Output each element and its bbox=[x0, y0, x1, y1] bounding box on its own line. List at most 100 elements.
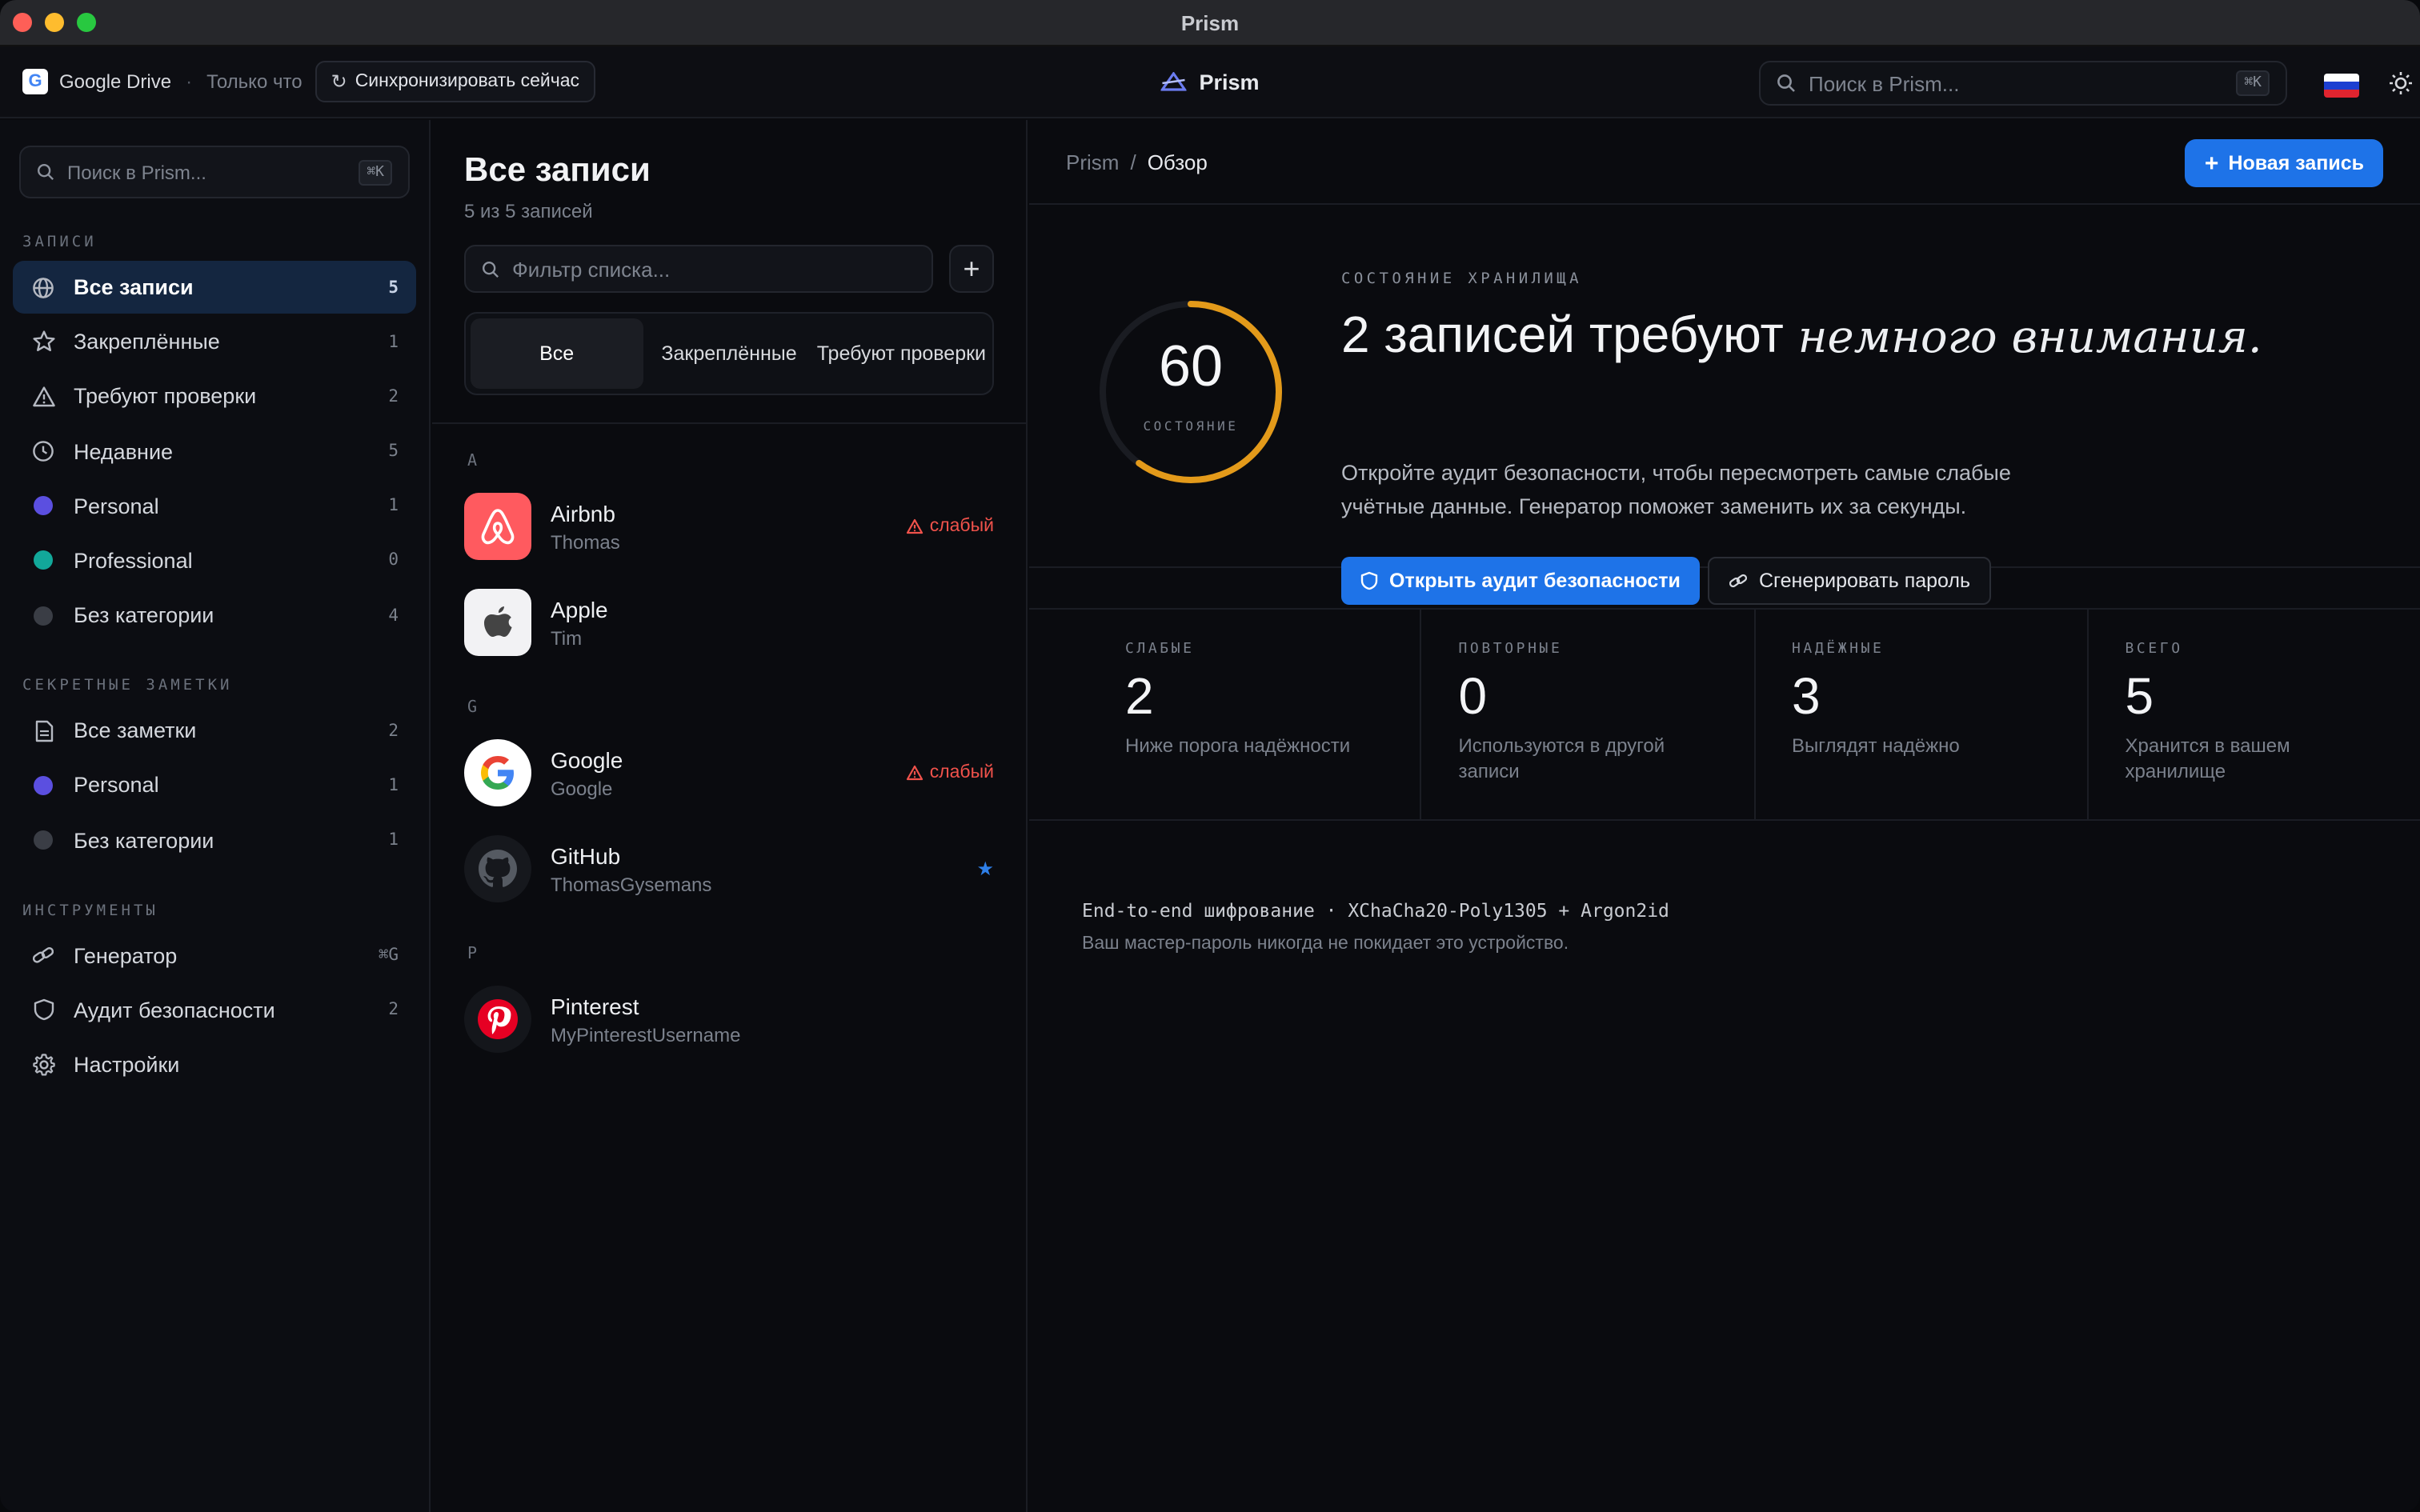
category-color-dot bbox=[34, 606, 53, 626]
tab-needs-review[interactable]: Требуют проверки bbox=[815, 318, 988, 389]
entry-username: MyPinterestUsername bbox=[551, 1023, 741, 1046]
stat-note: Хранится в вашем хранилище bbox=[2125, 734, 2290, 782]
entry-username: Tim bbox=[551, 626, 583, 649]
entries-group-a: A Airbnb Thomas слабый Apple Tim bbox=[432, 424, 1026, 670]
global-search-input[interactable] bbox=[1809, 71, 2224, 95]
list-filter[interactable] bbox=[464, 245, 933, 293]
sidebar-record-item-2[interactable]: Требуют проверки 2 bbox=[13, 370, 416, 423]
tab-pinned[interactable]: Закреплённые bbox=[643, 318, 815, 389]
sidebar-tool-item-label: Генератор bbox=[74, 943, 178, 967]
search-shortcut: ⌘K bbox=[2236, 70, 2270, 96]
sidebar-note-item-1[interactable]: Personal 1 bbox=[13, 759, 416, 812]
group-letter: G bbox=[467, 699, 478, 717]
sidebar-note-item-count: 2 bbox=[388, 721, 399, 741]
refresh-icon: ↻ bbox=[331, 70, 347, 93]
sidebar-record-item-label: Недавние bbox=[74, 439, 174, 464]
sidebar-record-item-3[interactable]: Недавние 5 bbox=[13, 425, 416, 478]
health-headline: 2 записей требуют немного внимания. bbox=[1341, 306, 2262, 365]
zoom-window-button[interactable] bbox=[77, 13, 96, 32]
star-icon bbox=[30, 330, 56, 354]
sidebar: ⌘K ЗАПИСИ Все записи 5 Закреплённые 1 Требую… bbox=[0, 120, 431, 1512]
list-item-airbnb[interactable]: Airbnb Thomas слабый bbox=[432, 478, 1026, 574]
sidebar-tool-item-2[interactable]: Настройки bbox=[13, 1038, 416, 1091]
sidebar-record-item-5[interactable]: Professional 0 bbox=[13, 534, 416, 587]
entry-name: Airbnb bbox=[551, 500, 615, 526]
records-nav: Все записи 5 Закреплённые 1 Требуют проверки… bbox=[13, 261, 416, 642]
app-window: Prism G Google Drive · Только что ↻ Синх… bbox=[0, 0, 2420, 1512]
global-search[interactable]: ⌘K bbox=[1759, 61, 2287, 106]
breadcrumb-separator: / bbox=[1130, 150, 1136, 174]
sidebar-search-input[interactable] bbox=[67, 161, 347, 183]
sidebar-record-item-6[interactable]: Без категории 4 bbox=[13, 589, 416, 642]
sidebar-record-item-0[interactable]: Все записи 5 bbox=[13, 261, 416, 314]
link-icon bbox=[1729, 574, 1748, 588]
sidebar-record-item-4[interactable]: Personal 1 bbox=[13, 480, 416, 533]
entry-text: Google Google bbox=[551, 746, 887, 799]
close-window-button[interactable] bbox=[13, 13, 32, 32]
sidebar-note-item-0[interactable]: Все заметки 2 bbox=[13, 704, 416, 757]
weak-badge: слабый bbox=[906, 763, 994, 782]
sidebar-tool-item-0[interactable]: Генератор ⌘G bbox=[13, 929, 416, 982]
health-description-line-1: Откройте аудит безопасности, чтобы перес… bbox=[1341, 461, 2011, 485]
new-entry-button[interactable]: + Новая запись bbox=[2185, 139, 2383, 187]
window-controls bbox=[13, 13, 96, 32]
filter-row: + bbox=[464, 245, 994, 293]
shield-icon bbox=[30, 998, 56, 1021]
sync-now-button[interactable]: ↻ Синхронизировать сейчас bbox=[315, 61, 596, 102]
generate-password-button[interactable]: Сгенерировать пароль bbox=[1708, 557, 1992, 605]
list-item-apple[interactable]: Apple Tim bbox=[432, 574, 1026, 670]
sidebar-search[interactable]: ⌘K bbox=[19, 146, 410, 198]
category-color-dot bbox=[34, 550, 53, 570]
theme-toggle-button[interactable] bbox=[2385, 67, 2417, 99]
stat-value: 3 bbox=[1792, 667, 1821, 725]
sidebar-tool-item-label: Аудит безопасности bbox=[74, 998, 275, 1022]
category-dot-icon bbox=[30, 606, 56, 626]
tab-all[interactable]: Все bbox=[471, 318, 643, 389]
separator-dot: · bbox=[186, 70, 193, 93]
google-icon bbox=[464, 739, 531, 806]
stat-label: ВСЕГО bbox=[2125, 642, 2183, 658]
plus-icon: + bbox=[2204, 150, 2219, 177]
sidebar-record-item-1[interactable]: Закреплённые 1 bbox=[13, 315, 416, 368]
section-label-notes: СЕКРЕТНЫЕ ЗАМЕТКИ bbox=[22, 677, 233, 695]
list-filter-input[interactable] bbox=[512, 257, 916, 281]
encryption-note: Ваш мастер-пароль никогда не покидает эт… bbox=[1082, 934, 1569, 954]
category-dot-icon bbox=[30, 830, 56, 850]
sidebar-tool-item-1[interactable]: Аудит безопасности 2 bbox=[13, 983, 416, 1036]
breadcrumb-bar: Prism / Обзор + Новая запись bbox=[1029, 120, 2420, 205]
breadcrumb-current: Обзор bbox=[1147, 150, 1208, 174]
category-color-dot bbox=[34, 775, 53, 795]
breadcrumb-root[interactable]: Prism bbox=[1066, 150, 1119, 174]
add-entry-button[interactable]: + bbox=[949, 245, 994, 293]
minimize-window-button[interactable] bbox=[45, 13, 64, 32]
stat-reused: ПОВТОРНЫЕ 0 Используются в другой записи bbox=[1422, 610, 1755, 819]
sidebar-record-item-count: 5 bbox=[388, 278, 399, 297]
airbnb-icon bbox=[464, 493, 531, 560]
open-security-audit-label: Открыть аудит безопасности bbox=[1389, 570, 1681, 592]
list-item-pinterest[interactable]: Pinterest MyPinterestUsername bbox=[432, 971, 1026, 1067]
pinterest-icon bbox=[464, 986, 531, 1053]
stat-note: Ниже порога надёжности bbox=[1125, 734, 1351, 757]
sidebar-tool-item-label: Настройки bbox=[74, 1052, 180, 1077]
clock-icon bbox=[30, 440, 56, 462]
list-tabs: Все Закреплённые Требуют проверки bbox=[464, 312, 994, 395]
language-flag-icon[interactable] bbox=[2324, 74, 2359, 98]
stat-label: ПОВТОРНЫЕ bbox=[1458, 642, 1563, 658]
sidebar-record-item-label: Все записи bbox=[74, 275, 194, 299]
entry-text: Airbnb Thomas bbox=[551, 500, 887, 553]
warning-icon bbox=[906, 518, 923, 534]
sidebar-record-item-label: Professional bbox=[74, 548, 193, 573]
sidebar-note-item-2[interactable]: Без категории 1 bbox=[13, 814, 416, 866]
sidebar-record-item-count: 1 bbox=[388, 332, 399, 352]
title-bar: Prism bbox=[0, 0, 2420, 46]
sidebar-search-shortcut: ⌘K bbox=[359, 159, 392, 185]
health-score: 60 bbox=[1158, 333, 1224, 398]
list-item-github[interactable]: GitHub ThomasGysemans ★ bbox=[432, 821, 1026, 917]
list-item-google[interactable]: Google Google слабый bbox=[432, 725, 1026, 821]
search-icon bbox=[38, 164, 54, 181]
sidebar-record-item-count: 5 bbox=[388, 442, 399, 462]
stat-label: СЛАБЫЕ bbox=[1125, 642, 1195, 658]
open-security-audit-button[interactable]: Открыть аудит безопасности bbox=[1341, 557, 1700, 605]
brand-name: Prism bbox=[1199, 70, 1260, 94]
prism-logo-icon bbox=[1160, 72, 1187, 91]
